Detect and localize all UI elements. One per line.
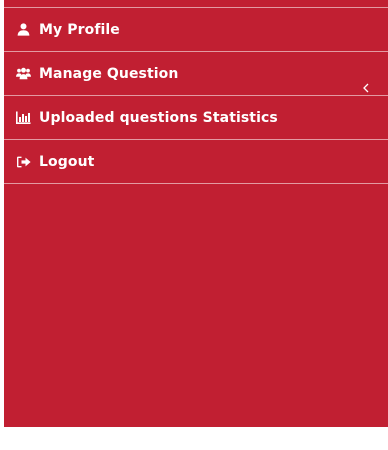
sidebar-menu: My Profile Manage Question Uploaded ques… (4, 0, 388, 427)
sidebar-item-manage-question[interactable]: Manage Question (4, 52, 388, 96)
chevron-left-icon[interactable] (362, 81, 370, 93)
bar-chart-icon (16, 111, 31, 125)
sidebar-item-label: Logout (39, 153, 95, 170)
sidebar-item-logout[interactable]: Logout (4, 140, 388, 184)
page-background (0, 427, 388, 450)
sign-out-icon (16, 155, 31, 169)
users-icon (16, 67, 31, 81)
sidebar-item-uploaded-questions-statistics[interactable]: Uploaded questions Statistics (4, 96, 388, 140)
sidebar-item-label: My Profile (39, 21, 120, 38)
sidebar-top-divider (4, 0, 388, 8)
sidebar-item-my-profile[interactable]: My Profile (4, 8, 388, 52)
user-icon (16, 23, 31, 37)
sidebar-item-label: Uploaded questions Statistics (39, 109, 278, 126)
sidebar-item-label: Manage Question (39, 65, 179, 82)
